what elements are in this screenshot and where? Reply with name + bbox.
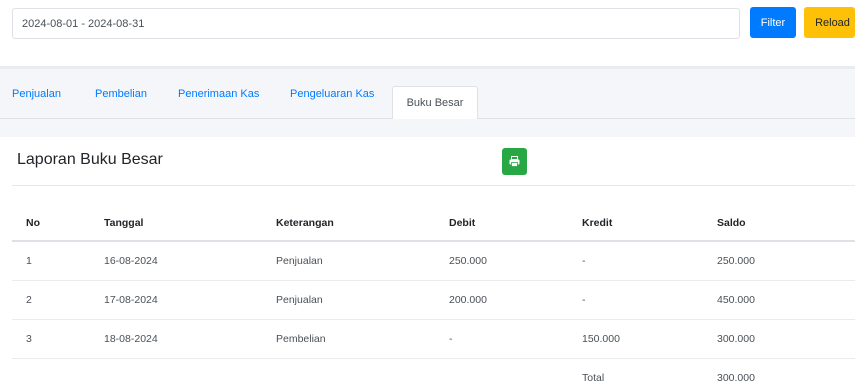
filter-bar: Filter Reload <box>0 0 855 44</box>
cell-tanggal: 17-08-2024 <box>90 280 262 320</box>
cell-keterangan: Pembelian <box>262 319 435 359</box>
cell-no: 1 <box>12 241 90 281</box>
cell-kredit: - <box>568 280 703 320</box>
print-icon <box>509 156 520 167</box>
cell-debit: 250.000 <box>435 241 568 281</box>
cell-debit: 200.000 <box>435 280 568 320</box>
card-divider <box>12 185 855 186</box>
cell-no: 2 <box>12 280 90 320</box>
cell-empty <box>90 358 262 387</box>
table-row: 2 17-08-2024 Penjualan 200.000 - 450.000 <box>12 280 855 320</box>
cell-empty <box>262 358 435 387</box>
cell-empty <box>12 358 90 387</box>
tab-buku-besar[interactable]: Buku Besar <box>392 86 478 120</box>
total-row: Total 300.000 <box>12 358 855 387</box>
table-header-row: No Tanggal Keterangan Debit Kredit Saldo <box>12 205 855 242</box>
cell-saldo: 300.000 <box>703 319 855 359</box>
report-tabs: Penjualan Pembelian Penerimaan Kas Penge… <box>0 69 855 120</box>
cell-keterangan: Penjualan <box>262 241 435 281</box>
filter-button[interactable]: Filter <box>750 7 796 38</box>
ledger-table: No Tanggal Keterangan Debit Kredit Saldo… <box>12 205 855 387</box>
header-debit: Debit <box>435 205 568 242</box>
cell-keterangan: Penjualan <box>262 280 435 320</box>
reload-button[interactable]: Reload <box>804 7 855 38</box>
header-no: No <box>12 205 90 242</box>
tab-pembelian[interactable]: Pembelian <box>95 88 147 100</box>
cell-debit: - <box>435 319 568 359</box>
print-button[interactable] <box>502 148 527 175</box>
report-card: Laporan Buku Besar No Tanggal Keterangan… <box>0 137 855 387</box>
header-tanggal: Tanggal <box>90 205 262 242</box>
tab-penerimaan-kas[interactable]: Penerimaan Kas <box>178 88 259 100</box>
content-gap <box>0 119 855 137</box>
cell-saldo: 450.000 <box>703 280 855 320</box>
cell-kredit: - <box>568 241 703 281</box>
cell-empty <box>435 358 568 387</box>
cell-kredit: 150.000 <box>568 319 703 359</box>
cell-saldo: 250.000 <box>703 241 855 281</box>
total-value: 300.000 <box>717 371 755 384</box>
header-saldo: Saldo <box>703 205 855 242</box>
table-row: 1 16-08-2024 Penjualan 250.000 - 250.000 <box>12 241 855 281</box>
date-range-input[interactable] <box>12 8 740 39</box>
total-label: Total <box>582 371 605 384</box>
cell-tanggal: 18-08-2024 <box>90 319 262 359</box>
tab-penjualan[interactable]: Penjualan <box>12 88 61 100</box>
cell-tanggal: 16-08-2024 <box>90 241 262 281</box>
tab-pengeluaran-kas[interactable]: Pengeluaran Kas <box>290 88 374 100</box>
table-row: 3 18-08-2024 Pembelian - 150.000 300.000 <box>12 319 855 359</box>
header-keterangan: Keterangan <box>262 205 435 242</box>
cell-no: 3 <box>12 319 90 359</box>
report-title: Laporan Buku Besar <box>17 151 163 168</box>
header-kredit: Kredit <box>568 205 703 242</box>
